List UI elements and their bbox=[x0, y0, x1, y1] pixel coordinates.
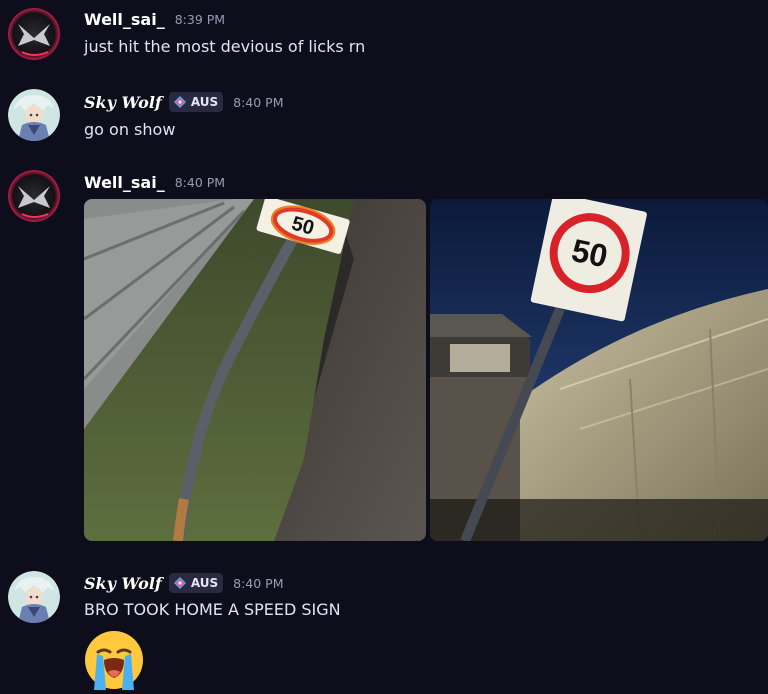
timestamp: 8:40 PM bbox=[233, 575, 284, 591]
message-text: just hit the most devious of licks rn bbox=[84, 37, 366, 56]
avatar[interactable] bbox=[8, 89, 60, 141]
timestamp: 8:40 PM bbox=[233, 94, 284, 110]
sign-number-text: 50 bbox=[569, 232, 611, 275]
diamond-icon bbox=[173, 96, 186, 108]
username[interactable]: Well_sai_ bbox=[84, 10, 165, 29]
server-tag[interactable]: AUS bbox=[168, 573, 224, 593]
avatar[interactable] bbox=[8, 8, 60, 60]
username[interactable]: Sky Wolf bbox=[84, 93, 162, 112]
username[interactable]: Well_sai_ bbox=[84, 173, 165, 192]
message-text: BRO TOOK HOME A SPEED SIGN bbox=[84, 600, 341, 619]
timestamp: 8:39 PM bbox=[174, 12, 226, 27]
loudly-crying-face-icon bbox=[84, 630, 144, 690]
timestamp: 8:40 PM bbox=[174, 175, 226, 190]
avatar[interactable] bbox=[8, 170, 60, 222]
image-attachment-2[interactable]: 50 bbox=[430, 199, 768, 541]
server-tag[interactable]: AUS bbox=[168, 92, 224, 112]
message-text: go on show bbox=[84, 120, 176, 139]
image-attachment-1[interactable]: 50 bbox=[84, 199, 426, 541]
avatar[interactable] bbox=[8, 571, 60, 623]
tag-label: AUS bbox=[190, 95, 219, 109]
diamond-icon bbox=[173, 577, 186, 589]
tag-label: AUS bbox=[190, 576, 219, 590]
username[interactable]: Sky Wolf bbox=[84, 574, 162, 593]
